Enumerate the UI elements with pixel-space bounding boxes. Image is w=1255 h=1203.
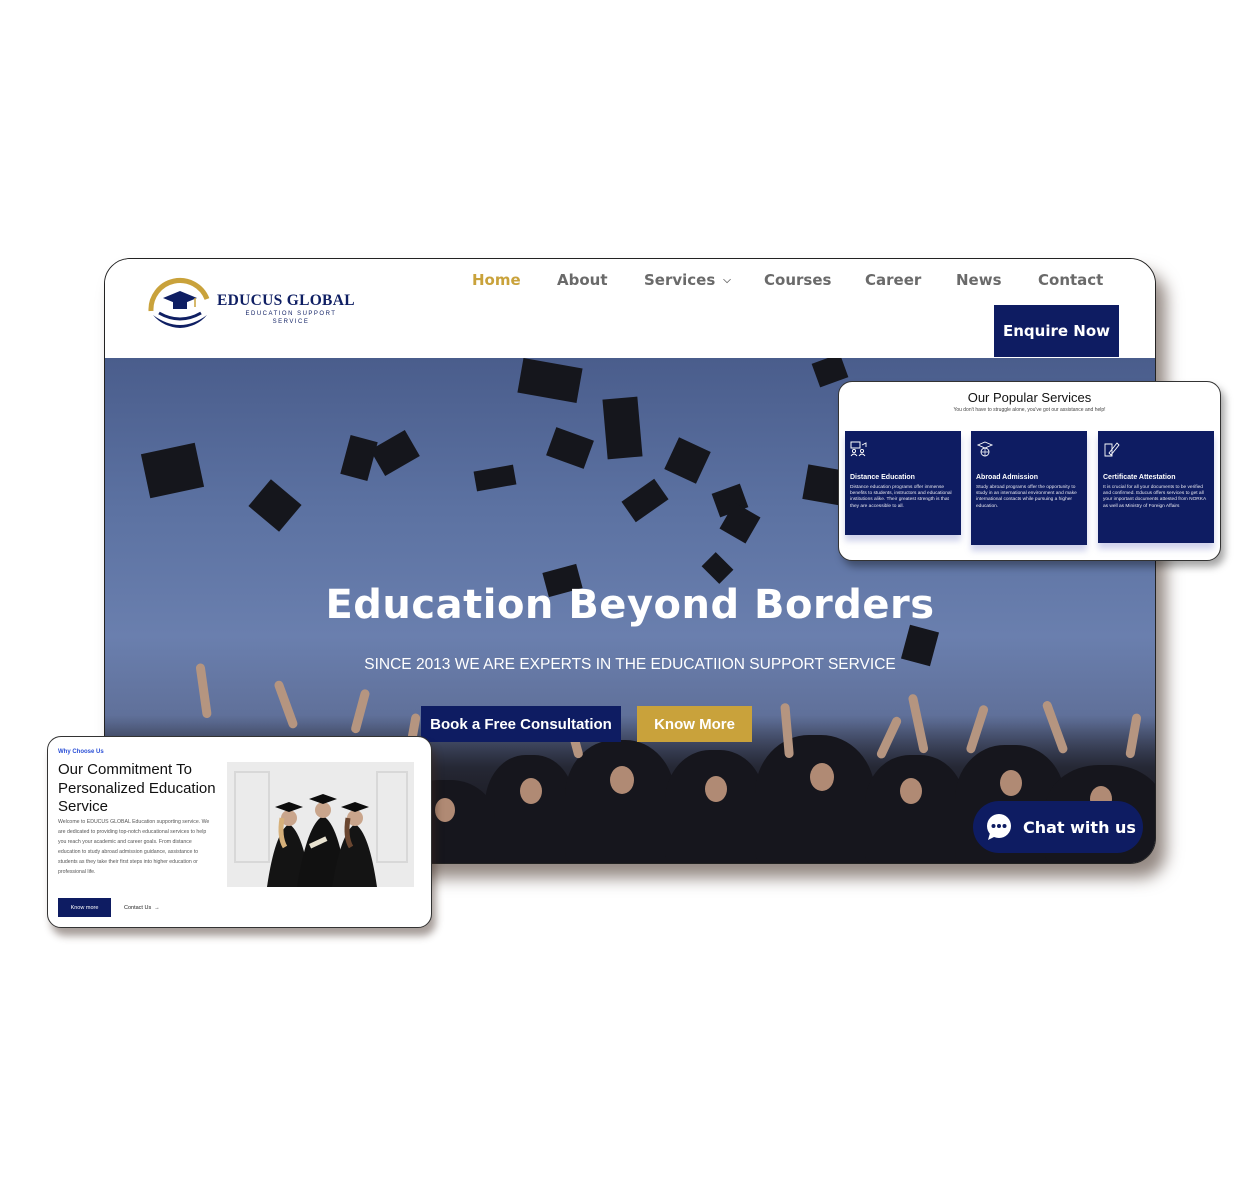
service-card-distance-education[interactable]: Distance Education Distance education pr… bbox=[845, 431, 961, 535]
logo[interactable]: EDUCUS GLOBAL EDUCATION SUPPORT SERVICE bbox=[145, 277, 355, 337]
service-desc: It is crucial for all your documents to … bbox=[1103, 485, 1206, 509]
nav-about[interactable]: About bbox=[557, 271, 608, 289]
know-more-small-button[interactable]: Know more bbox=[58, 898, 111, 917]
nav-courses[interactable]: Courses bbox=[764, 271, 831, 289]
book-consultation-button[interactable]: Book a Free Consultation bbox=[421, 706, 621, 742]
chat-bubble-icon bbox=[985, 813, 1013, 841]
why-body: Welcome to EDUCUS GLOBAL Education suppo… bbox=[58, 819, 210, 875]
service-desc: Distance education programs offer immens… bbox=[850, 485, 952, 509]
site-header: EDUCUS GLOBAL EDUCATION SUPPORT SERVICE … bbox=[105, 259, 1155, 358]
service-desc: Study abroad programs offer the opportun… bbox=[976, 485, 1077, 509]
service-name: Certificate Attestation bbox=[1103, 474, 1176, 481]
popular-services-card: Our Popular Services You don't have to s… bbox=[838, 381, 1221, 561]
hero-title: Education Beyond Borders bbox=[325, 582, 935, 628]
hero-subtitle: SINCE 2013 WE ARE EXPERTS IN THE EDUCATI… bbox=[364, 656, 896, 673]
why-choose-us-card: Why Choose Us Our Commitment To Personal… bbox=[47, 736, 432, 928]
why-eyebrow: Why Choose Us bbox=[58, 749, 104, 755]
services-subtitle: You don't have to struggle alone, you've… bbox=[953, 407, 1106, 413]
services-title: Our Popular Services bbox=[967, 390, 1092, 405]
logo-tagline: EDUCATION SUPPORT SERVICE bbox=[245, 311, 337, 325]
service-card-abroad-admission[interactable]: Abroad Admission Study abroad programs o… bbox=[971, 431, 1087, 545]
service-name: Distance Education bbox=[850, 474, 915, 481]
document-pen-icon bbox=[1104, 442, 1120, 457]
arrow-right-icon: → bbox=[152, 905, 160, 911]
why-title: Our Commitment To Personalized Education… bbox=[58, 761, 216, 815]
graduation-globe-icon bbox=[976, 441, 994, 457]
page: EDUCUS GLOBAL EDUCATION SUPPORT SERVICE … bbox=[0, 0, 1255, 1203]
classroom-icon bbox=[850, 441, 867, 457]
nav-career[interactable]: Career bbox=[865, 271, 921, 289]
logo-text: EDUCUS GLOBAL bbox=[217, 292, 355, 309]
nav-news[interactable]: News bbox=[956, 271, 1002, 289]
nav-home[interactable]: Home bbox=[472, 271, 521, 289]
contact-us-link[interactable]: Contact Us → bbox=[124, 905, 160, 911]
chevron-down-icon: ⌵ bbox=[723, 275, 731, 286]
graduates-photo bbox=[227, 762, 414, 887]
contact-us-label: Contact Us bbox=[124, 905, 152, 911]
service-card-certificate-attestation[interactable]: Certificate Attestation It is crucial fo… bbox=[1098, 431, 1214, 543]
logo-emblem-icon bbox=[148, 277, 210, 328]
nav-services[interactable]: Services ⌵ bbox=[644, 271, 731, 289]
chat-label: Chat with us bbox=[1023, 817, 1136, 837]
chat-with-us-button[interactable]: Chat with us bbox=[973, 801, 1143, 853]
nav-contact[interactable]: Contact bbox=[1038, 271, 1103, 289]
service-name: Abroad Admission bbox=[976, 474, 1038, 481]
know-more-button[interactable]: Know More bbox=[637, 706, 752, 742]
nav-services-label: Services bbox=[644, 271, 716, 289]
enquire-now-button[interactable]: Enquire Now bbox=[994, 305, 1119, 357]
